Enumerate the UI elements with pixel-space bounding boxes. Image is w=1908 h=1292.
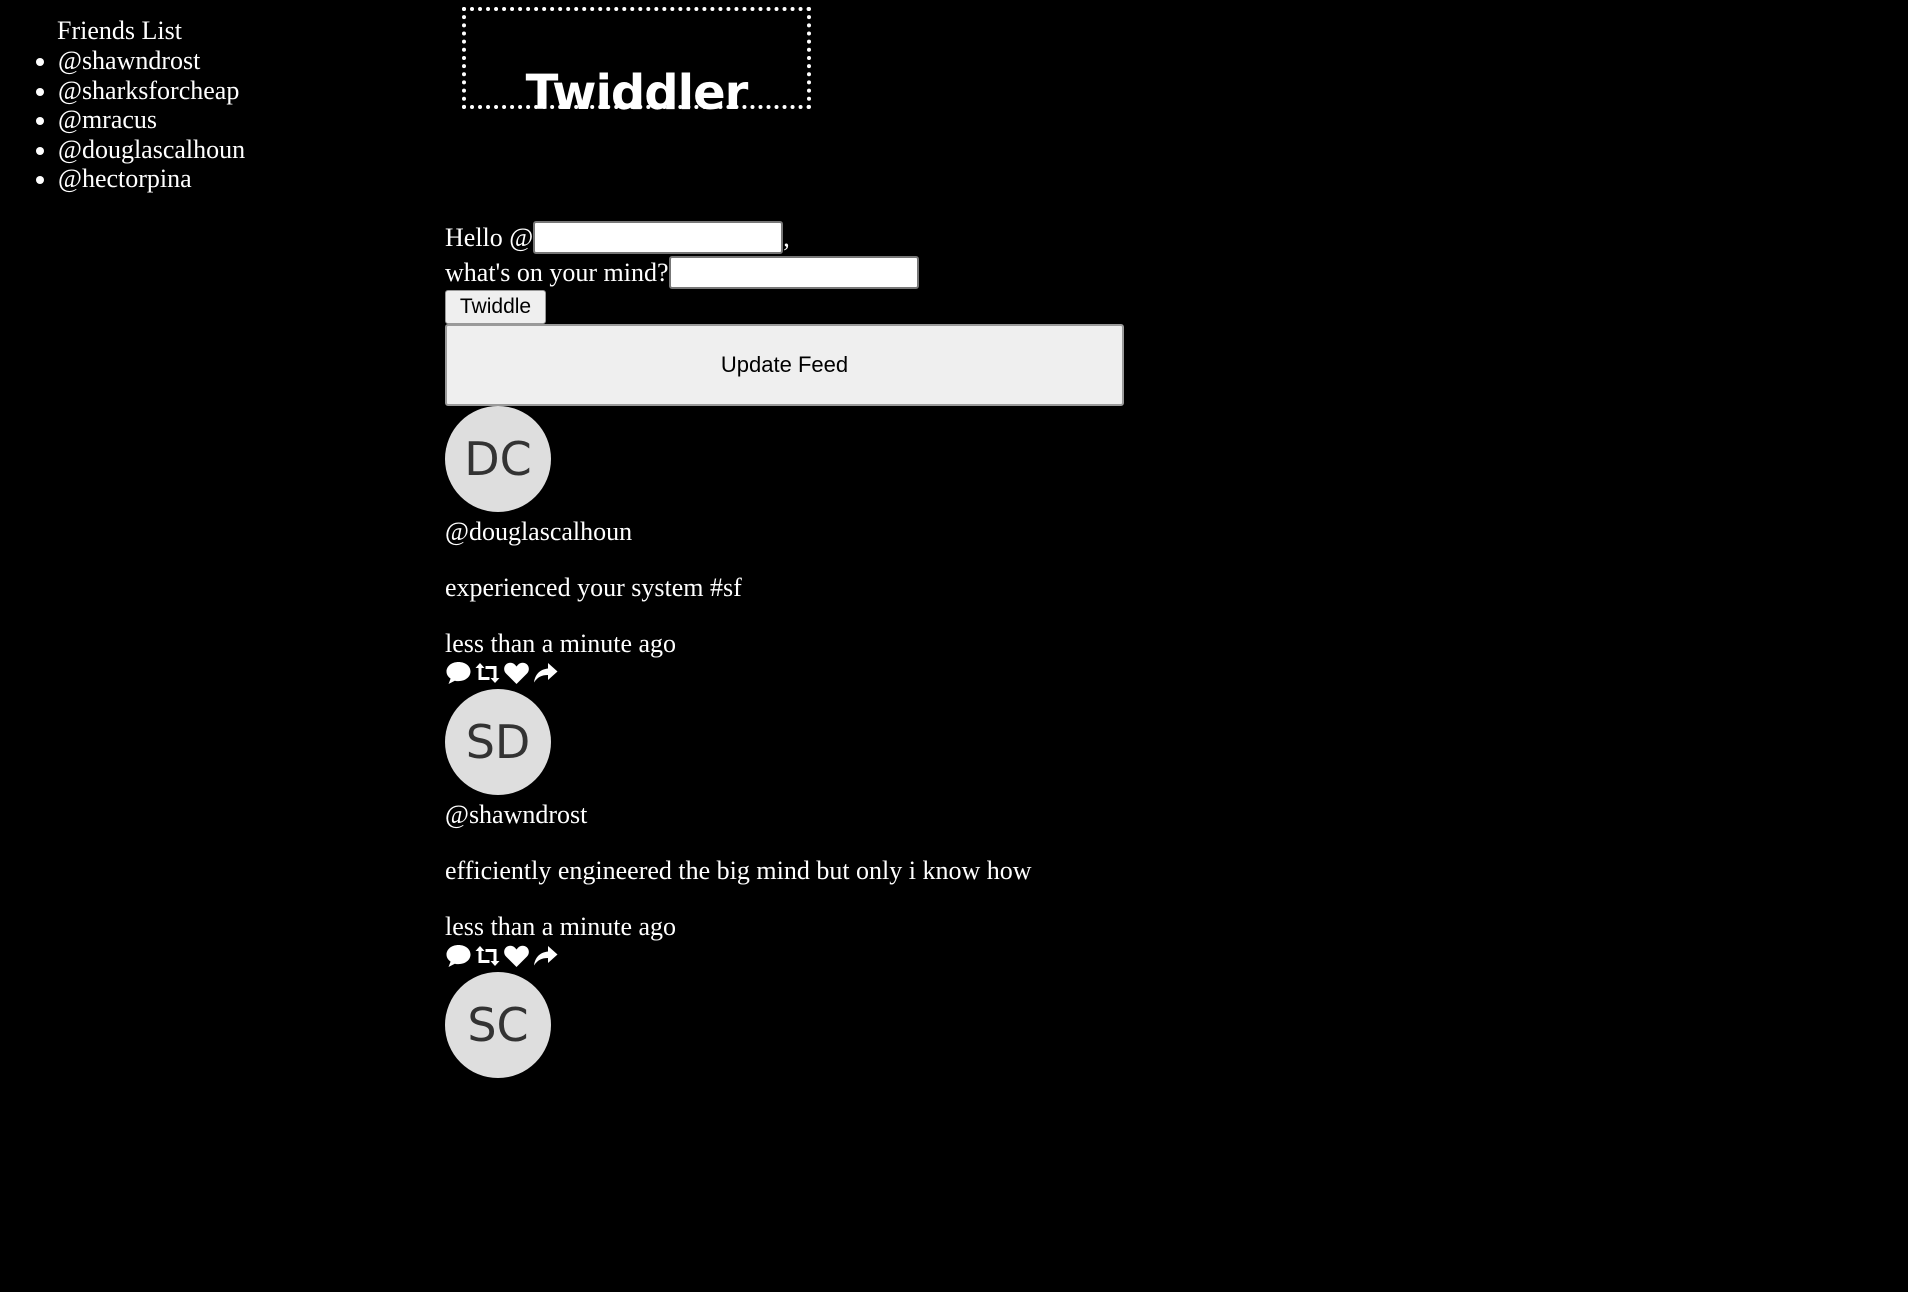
mind-label: what's on your mind?	[445, 257, 669, 287]
message-row: what's on your mind?	[445, 255, 919, 290]
username-input[interactable]	[533, 221, 784, 254]
compose-form: Hello @ , what's on your mind?	[445, 220, 919, 290]
avatar[interactable]: SD	[445, 689, 551, 795]
retweet-icon[interactable]	[474, 660, 501, 686]
comment-icon[interactable]	[445, 943, 472, 969]
feed-post: SD @shawndrost efficiently engineered th…	[445, 689, 1245, 972]
heart-icon[interactable]	[503, 943, 530, 969]
friend-item[interactable]: @hectorpina	[58, 164, 245, 194]
friends-list-items: @shawndrost @sharksforcheap @mracus @dou…	[0, 46, 245, 194]
username-row: Hello @ ,	[445, 220, 919, 255]
post-timestamp: less than a minute ago	[445, 629, 677, 658]
message-input[interactable]	[668, 256, 919, 289]
post-handle[interactable]: @douglascalhoun	[445, 517, 632, 547]
post-actions	[445, 660, 559, 686]
heart-icon[interactable]	[503, 660, 530, 686]
update-feed-button[interactable]: Update Feed	[445, 324, 1124, 406]
logo-title: Twiddler	[525, 65, 749, 121]
comment-icon[interactable]	[445, 660, 472, 686]
avatar[interactable]: DC	[445, 406, 551, 512]
post-timestamp: less than a minute ago	[445, 912, 677, 941]
post-handle[interactable]: @shawndrost	[445, 800, 587, 830]
feed: DC @douglascalhoun experienced your syst…	[445, 406, 1245, 1255]
share-icon[interactable]	[532, 660, 559, 686]
feed-post: DC @douglascalhoun experienced your syst…	[445, 406, 1245, 689]
post-message: efficiently engineered the big mind but …	[445, 856, 1032, 885]
friends-list-title: Friends List	[57, 16, 182, 45]
post-actions	[445, 943, 559, 969]
twiddle-button[interactable]: Twiddle	[445, 290, 546, 324]
comma-label: ,	[783, 222, 790, 252]
friend-item[interactable]: @mracus	[58, 105, 245, 135]
friend-item[interactable]: @douglascalhoun	[58, 135, 245, 165]
feed-post: SC	[445, 972, 1245, 1255]
hello-label: Hello @	[445, 222, 534, 252]
friend-item[interactable]: @sharksforcheap	[58, 76, 245, 106]
post-message: experienced your system #sf	[445, 573, 742, 602]
avatar[interactable]: SC	[445, 972, 551, 1078]
share-icon[interactable]	[532, 943, 559, 969]
logo-box: Twiddler	[462, 7, 811, 121]
retweet-icon[interactable]	[474, 943, 501, 969]
friend-item[interactable]: @shawndrost	[58, 46, 245, 76]
